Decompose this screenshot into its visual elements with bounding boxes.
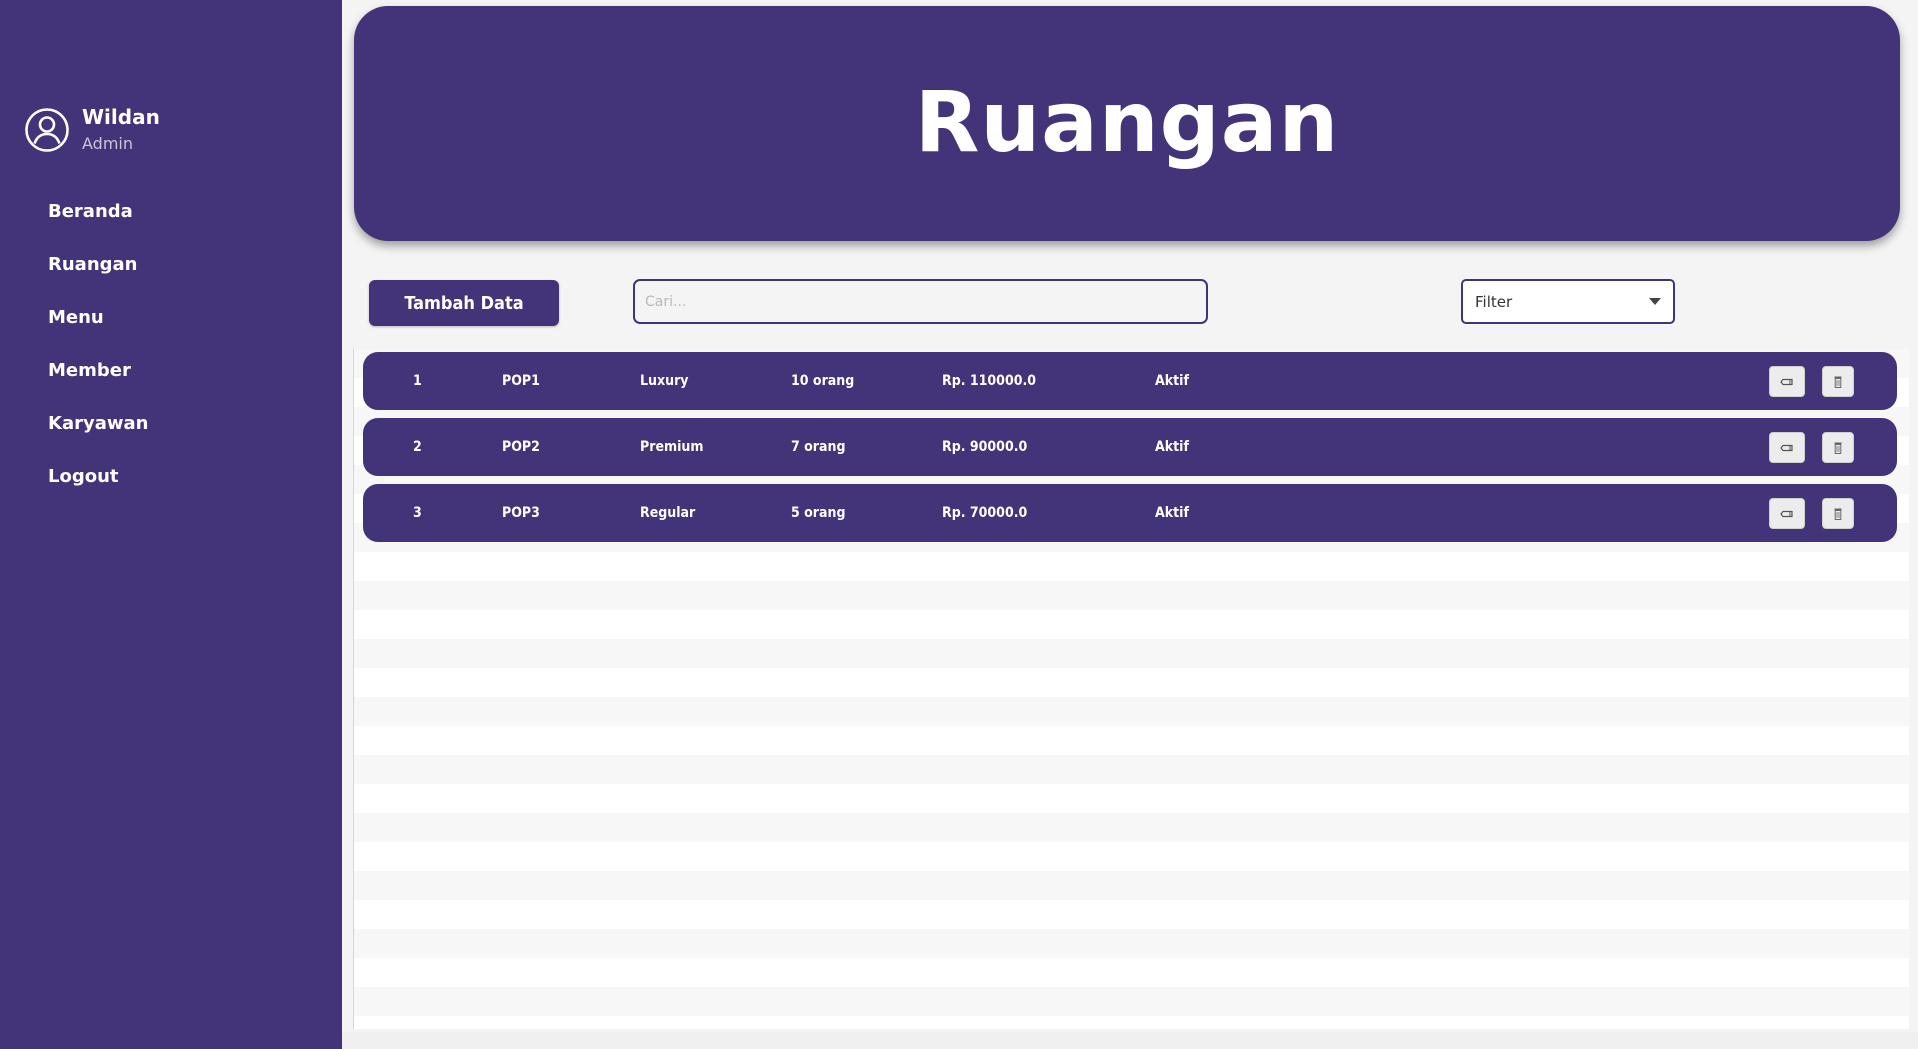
rooms-table: 1 POP1 Luxury 10 orang Rp. 110000.0 Akti…: [353, 349, 1909, 1029]
nav-item-ruangan[interactable]: Ruangan: [48, 249, 148, 302]
user-profile: Wildan Admin: [24, 104, 160, 156]
cell-type: Regular: [640, 505, 696, 521]
cell-code: POP3: [502, 505, 540, 521]
cell-type: Premium: [640, 439, 704, 455]
cell-price: Rp. 110000.0: [942, 373, 1037, 389]
cell-capacity: 5 orang: [791, 505, 846, 521]
user-circle-icon: [24, 107, 70, 153]
sidebar: Wildan Admin Beranda Ruangan Menu Member…: [0, 0, 342, 1049]
edit-button[interactable]: [1769, 432, 1805, 463]
add-data-button[interactable]: Tambah Data: [369, 280, 559, 326]
cell-code: POP1: [502, 373, 540, 389]
delete-button[interactable]: [1822, 498, 1854, 529]
filter-dropdown[interactable]: Filter: [1461, 279, 1675, 324]
cell-capacity: 7 orang: [791, 439, 846, 455]
filter-label: Filter: [1475, 292, 1513, 311]
nav-item-menu[interactable]: Menu: [48, 302, 148, 355]
trash-icon: [1834, 508, 1842, 520]
page-header-banner: Ruangan: [354, 6, 1900, 241]
cell-no: 2: [413, 439, 422, 455]
main-content: Ruangan Tambah Data Filter 1 POP1 Luxury…: [342, 0, 1918, 1049]
sidebar-nav: Beranda Ruangan Menu Member Karyawan Log…: [48, 196, 148, 514]
cell-code: POP2: [502, 439, 540, 455]
table-row: 1 POP1 Luxury 10 orang Rp. 110000.0 Akti…: [363, 352, 1897, 410]
chevron-down-icon: [1649, 298, 1661, 305]
bottom-strip: [342, 1032, 1918, 1049]
search-input[interactable]: [633, 279, 1208, 324]
cell-status: Aktif: [1155, 505, 1189, 521]
edit-button[interactable]: [1769, 366, 1805, 397]
cell-type: Luxury: [640, 373, 689, 389]
pencil-icon: [1780, 378, 1793, 385]
table-row: 2 POP2 Premium 7 orang Rp. 90000.0 Aktif: [363, 418, 1897, 476]
cell-price: Rp. 90000.0: [942, 439, 1028, 455]
nav-item-member[interactable]: Member: [48, 355, 148, 408]
table-row: 3 POP3 Regular 5 orang Rp. 70000.0 Aktif: [363, 484, 1897, 542]
user-name: Wildan: [82, 105, 160, 129]
nav-item-beranda[interactable]: Beranda: [48, 196, 148, 249]
cell-no: 1: [413, 373, 422, 389]
user-info: Wildan Admin: [82, 104, 160, 156]
page-title: Ruangan: [914, 72, 1340, 171]
edit-button[interactable]: [1769, 498, 1805, 529]
cell-no: 3: [413, 505, 422, 521]
nav-item-logout[interactable]: Logout: [48, 461, 148, 514]
delete-button[interactable]: [1822, 432, 1854, 463]
delete-button[interactable]: [1822, 366, 1854, 397]
pencil-icon: [1780, 510, 1793, 517]
trash-icon: [1834, 442, 1842, 454]
cell-price: Rp. 70000.0: [942, 505, 1028, 521]
cell-capacity: 10 orang: [791, 373, 855, 389]
user-role: Admin: [82, 134, 133, 153]
cell-status: Aktif: [1155, 439, 1189, 455]
nav-item-karyawan[interactable]: Karyawan: [48, 408, 148, 461]
pencil-icon: [1780, 444, 1793, 451]
cell-status: Aktif: [1155, 373, 1189, 389]
trash-icon: [1834, 376, 1842, 388]
